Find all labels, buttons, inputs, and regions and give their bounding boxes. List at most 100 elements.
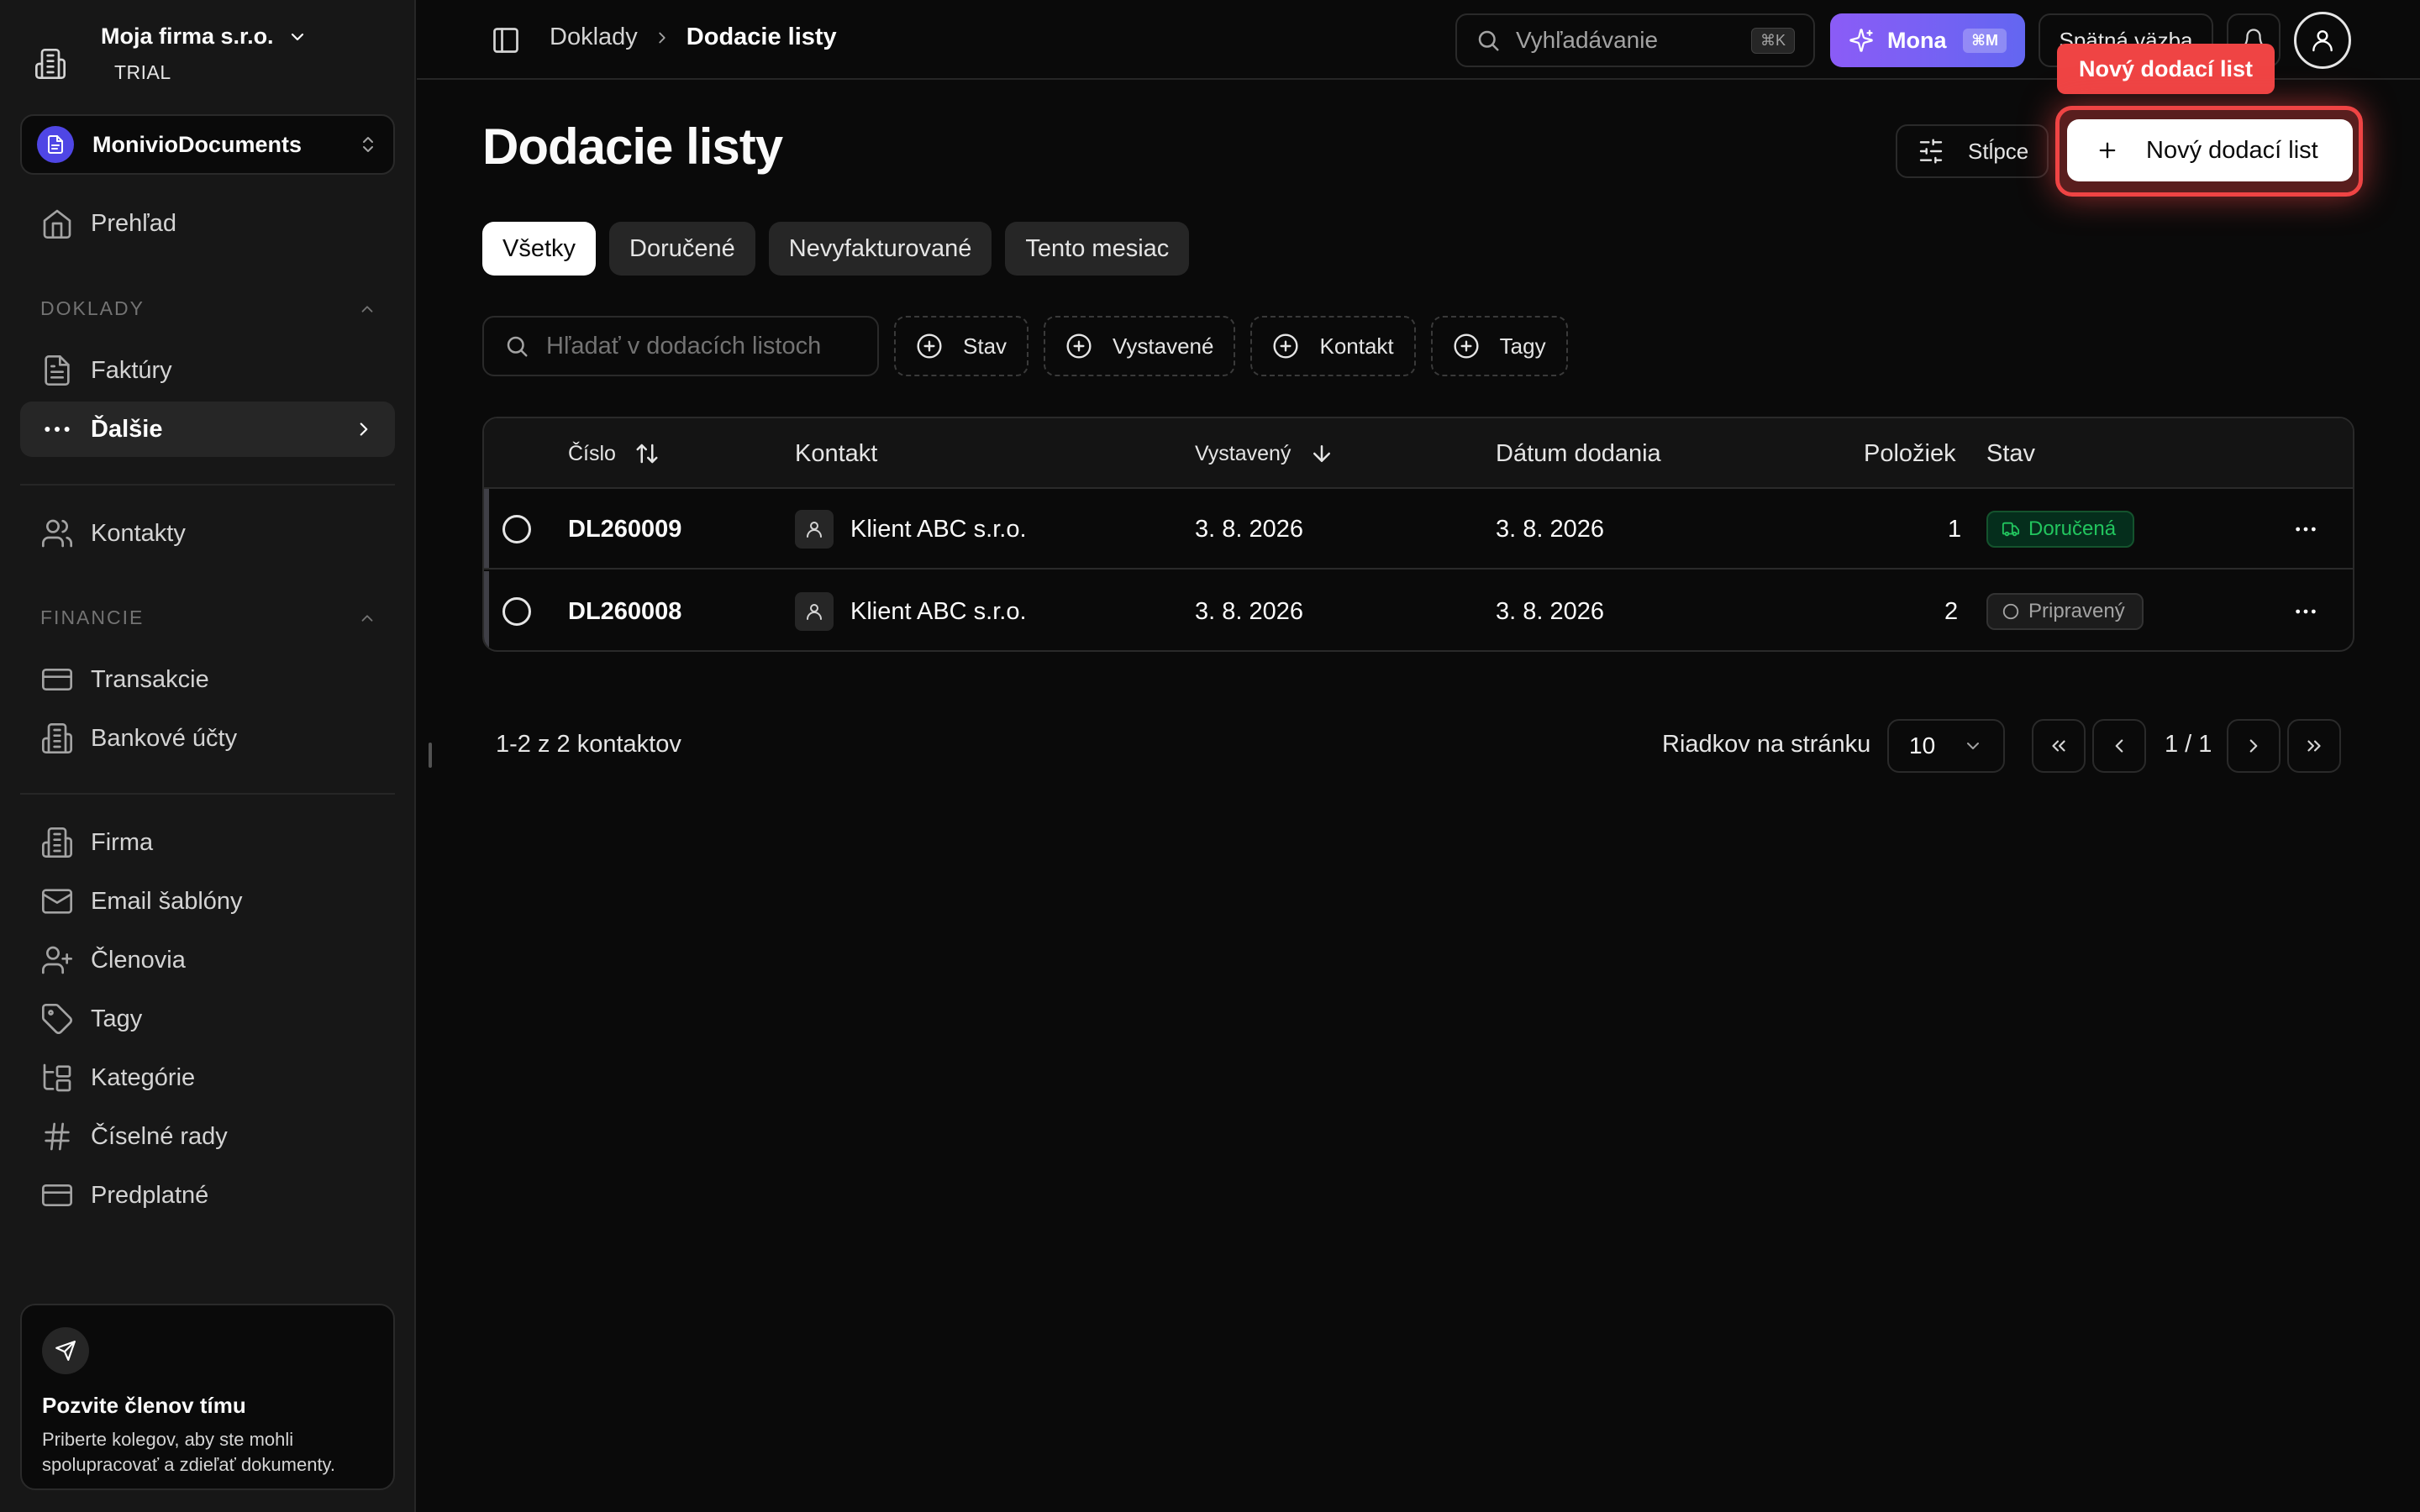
column-header-contact[interactable]: Kontakt: [795, 418, 877, 489]
filter-issued[interactable]: Vystavené: [1044, 316, 1236, 376]
user-plus-icon: [40, 943, 74, 977]
sidebar-toggle-icon[interactable]: [491, 25, 521, 55]
sidebar-item-label: Prehľad: [91, 209, 176, 237]
filter-row: Stav Vystavené Kontakt Tagy: [482, 316, 1568, 376]
column-header-number[interactable]: Číslo: [568, 418, 660, 489]
org-plan: TRIAL: [114, 61, 171, 83]
chevrons-up-down-icon: [358, 134, 378, 155]
sidebar-item-overview[interactable]: Prehľad: [20, 196, 395, 251]
chevron-right-icon: [2243, 735, 2265, 757]
more-horizontal-icon: [2292, 598, 2319, 625]
search-icon: [1476, 28, 1501, 53]
chevrons-right-icon: [2303, 735, 2325, 757]
sparkles-icon: [1849, 28, 1874, 53]
invite-card[interactable]: Pozvite členov tímu Priberte kolegov, ab…: [20, 1304, 395, 1490]
row-number[interactable]: DL260009: [568, 489, 681, 570]
filter-tags[interactable]: Tagy: [1430, 316, 1568, 376]
row-status: Doručená: [1986, 489, 2135, 570]
chevron-up-icon: [358, 609, 376, 627]
user-avatar[interactable]: [2294, 12, 2351, 69]
columns-button[interactable]: Stĺpce: [1896, 124, 2049, 178]
org-name: Moja firma s.r.o.: [101, 24, 274, 49]
sidebar-item-more[interactable]: Ďalšie: [20, 402, 395, 457]
sidebar-item-label: Ďalšie: [91, 415, 163, 443]
tab-uninvoiced[interactable]: Nevyfakturované: [768, 222, 992, 276]
sidebar-item-label: Číselné rady: [91, 1122, 228, 1150]
section-finance[interactable]: FINANCIE: [40, 606, 376, 629]
chevron-down-icon: [1963, 736, 1983, 756]
sidebar-item-subscription[interactable]: Predplatné: [20, 1168, 395, 1223]
sidebar-item-label: Predplatné: [91, 1181, 209, 1209]
first-page-button[interactable]: [2032, 719, 2086, 773]
sliders-icon: [1918, 138, 1944, 165]
org-switcher[interactable]: Moja firma s.r.o. TRIAL: [34, 24, 308, 84]
global-search[interactable]: Vyhľadávanie ⌘K: [1455, 13, 1815, 67]
sidebar-divider: [20, 793, 395, 795]
building-icon: [40, 826, 74, 859]
section-documents[interactable]: DOKLADY: [40, 297, 376, 320]
sidebar-item-categories[interactable]: Kategórie: [20, 1050, 395, 1105]
document-logo-icon: [37, 126, 74, 163]
tab-delivered[interactable]: Doručené: [609, 222, 755, 276]
next-page-button[interactable]: [2227, 719, 2281, 773]
sidebar-item-invoices[interactable]: Faktúry: [20, 343, 395, 398]
sidebar-item-label: Kategórie: [91, 1063, 196, 1091]
sidebar-item-label: Bankové účty: [91, 724, 238, 752]
user-icon: [795, 592, 834, 631]
column-header-status[interactable]: Stav: [1986, 418, 2035, 489]
workspace-switcher[interactable]: MonivioDocuments: [20, 114, 395, 175]
row-select-radio[interactable]: [502, 597, 531, 626]
sidebar-item-bank-accounts[interactable]: Bankové účty: [20, 711, 395, 766]
sidebar-resize-handle[interactable]: [429, 743, 432, 768]
sidebar-item-email-templates[interactable]: Email šablóny: [20, 874, 395, 929]
breadcrumb-delivery-notes: Dodacie listy: [686, 24, 837, 50]
sidebar-item-contacts[interactable]: Kontakty: [20, 506, 395, 561]
table-row[interactable]: DL260009 Klient ABC s.r.o. 3. 8. 2026 3.…: [484, 489, 2353, 570]
column-header-issued[interactable]: Vystavený: [1195, 418, 1334, 489]
mona-ai-button[interactable]: Mona ⌘M: [1830, 13, 2025, 67]
hash-icon: [40, 1120, 74, 1153]
send-icon: [42, 1327, 89, 1374]
sidebar-item-number-series[interactable]: Číselné rady: [20, 1109, 395, 1164]
new-delivery-note-button[interactable]: Nový dodací list: [2067, 119, 2353, 181]
rows-per-page-value: 10: [1909, 732, 1936, 759]
filter-status[interactable]: Stav: [894, 316, 1029, 376]
previous-page-button[interactable]: [2092, 719, 2146, 773]
column-header-items[interactable]: Položiek: [1864, 418, 1956, 489]
sidebar-item-label: Kontakty: [91, 519, 186, 547]
row-number[interactable]: DL260008: [568, 571, 681, 650]
building-icon: [40, 722, 74, 755]
filter-label: Stav: [963, 333, 1007, 359]
search-shortcut: ⌘K: [1750, 27, 1795, 54]
rows-per-page-select[interactable]: 10: [1887, 719, 2005, 773]
more-horizontal-icon: [2292, 516, 2319, 543]
row-actions-menu[interactable]: [2292, 571, 2319, 650]
filter-label: Kontakt: [1319, 333, 1394, 359]
search-input[interactable]: [546, 332, 832, 360]
sidebar-item-transactions[interactable]: Transakcie: [20, 652, 395, 707]
table-row[interactable]: DL260008 Klient ABC s.r.o. 3. 8. 2026 3.…: [484, 571, 2353, 650]
status-label: Doručená: [2028, 517, 2117, 540]
sidebar-item-company[interactable]: Firma: [20, 815, 395, 870]
sidebar-item-tags[interactable]: Tagy: [20, 991, 395, 1047]
delivery-notes-search[interactable]: [482, 316, 879, 376]
chevrons-left-icon: [2048, 735, 2070, 757]
filter-contact[interactable]: Kontakt: [1250, 316, 1416, 376]
last-page-button[interactable]: [2287, 719, 2341, 773]
contact-name: Klient ABC s.r.o.: [850, 515, 1027, 543]
new-button-label: Nový dodací list: [2146, 136, 2318, 164]
tab-all[interactable]: Všetky: [482, 222, 597, 276]
global-search-placeholder: Vyhľadávanie: [1516, 27, 1659, 53]
mona-label: Mona: [1887, 27, 1947, 53]
mona-shortcut: ⌘M: [1963, 28, 2007, 53]
column-header-delivery-date[interactable]: Dátum dodania: [1496, 418, 1661, 489]
tab-this-month[interactable]: Tento mesiac: [1005, 222, 1190, 276]
row-select-radio[interactable]: [502, 515, 531, 543]
sidebar-item-members[interactable]: Členovia: [20, 932, 395, 988]
sidebar-divider: [20, 484, 395, 486]
filter-tabs: Všetky Doručené Nevyfakturované Tento me…: [482, 222, 1190, 276]
row-actions-menu[interactable]: [2292, 489, 2319, 570]
invite-description: Priberte kolegov, aby ste mohli spolupra…: [42, 1429, 336, 1475]
breadcrumb-documents[interactable]: Doklady: [550, 24, 638, 51]
sidebar: Moja firma s.r.o. TRIAL MonivioDocuments…: [0, 0, 416, 1512]
